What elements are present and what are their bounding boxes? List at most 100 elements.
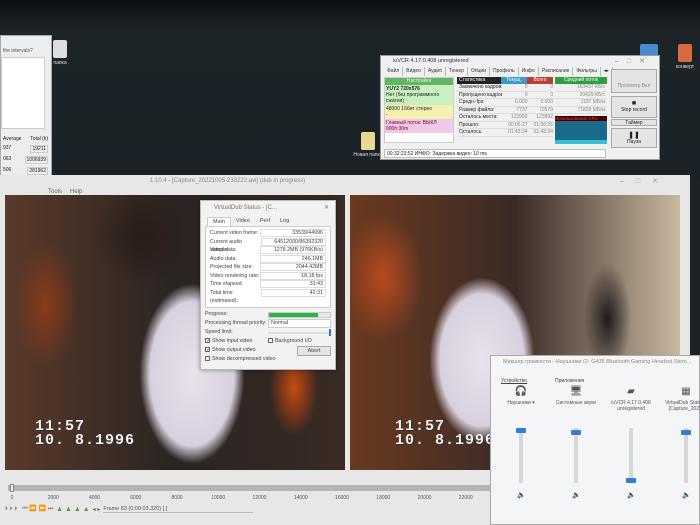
avg-row: 163437 КБ/с (555, 84, 607, 92)
tab-log[interactable]: Log (275, 217, 294, 226)
mixer-channel: ▰ iuVCR 4.17.0.408 unregistered (605, 374, 657, 412)
mark-buttons[interactable]: ◂ ▸ (93, 506, 101, 513)
status-row: Video rendering rate: 18.18 fps (210, 271, 326, 281)
stop-icon: ■ (631, 100, 637, 107)
mixer-channel: 🎧 Наушники ▾ (495, 374, 547, 406)
volume-slider[interactable] (516, 428, 526, 483)
status-row: Total time (estimated): 42:31 (210, 288, 326, 304)
timeline-thumb[interactable] (10, 484, 14, 492)
speed-slider[interactable] (268, 328, 331, 336)
status-row: Audio data: 246.1MB (210, 254, 326, 264)
document-icon (678, 44, 692, 62)
window-title: 1.10.4 - [Capture_20221005-233222.avi] (… (150, 178, 306, 184)
show-input-checkbox[interactable]: ✓ Show input video (205, 337, 252, 346)
average-stream-table: Средний поток 163437 КБ/с 20429 КБ/с 1197 … (555, 77, 607, 144)
stat-row: Осталось места: 123992 123992 (457, 114, 553, 122)
table-row: 063 1006939 (3, 156, 48, 164)
timeline-tick: 6000 (130, 495, 142, 501)
pause-button[interactable]: ❚❚ Пауза (611, 128, 657, 148)
table-row: 937 19211 (3, 145, 48, 153)
stat-row: Осталось: 01:43:34 01:43:34 (457, 129, 553, 137)
volume-thumb[interactable] (516, 428, 526, 433)
speaker-mute-icon[interactable]: 🔈 (682, 491, 691, 499)
system-sounds-icon: 🖥 (569, 386, 583, 397)
window-controls[interactable]: –□✕ (620, 177, 670, 185)
tab-1[interactable]: Видео (403, 67, 425, 76)
status-row: Projected file size: 2044.42MB (210, 263, 326, 272)
keyframe-buttons[interactable]: ▲ ▲ ▲ ▲ (56, 506, 90, 513)
timeline-tick: 0 (10, 495, 14, 501)
virtualdub-status-dialog: VirtualDub Status - [C... ✕ Main Video Perf… (200, 200, 336, 370)
playback-buttons[interactable]: ⏵ ⏵ ⏵ ⏮ ⏪ ⏩ ⏭ (5, 505, 53, 513)
log-line[interactable]: 00:32:23:52 ИНФО: Задержка видео: 10 ms (384, 149, 606, 158)
timeline-tick: 4000 (88, 495, 101, 501)
volume-thumb[interactable] (571, 429, 581, 435)
pause-icon: ❚❚ (628, 132, 640, 139)
iuvcr-window: iuVCR 4.17.0.408 unregistered –□✕ Файл Ви… (380, 55, 660, 160)
stat-row: Пропущено кадров: 0 0 (457, 91, 553, 99)
timeline-tick: 16000 (335, 495, 349, 501)
timeline-tick: 14000 (293, 495, 308, 501)
statistics-table: Статистика Текущ. Всего Захвачено кадров: 0… (457, 77, 553, 137)
tab-7[interactable]: Расписание (539, 67, 574, 76)
volume-slider[interactable] (681, 428, 691, 483)
volume-thumb[interactable] (626, 478, 636, 483)
stat-row: Средн. fps: 0.000 0.000 (457, 99, 553, 107)
table-row: 506 281962 (3, 167, 48, 175)
preview-button[interactable]: Просмотр Вкл (611, 69, 657, 93)
status-row: Current audio sample: 64512000/86392320 (210, 237, 326, 253)
avg-row: 20429 КБ/с (555, 92, 607, 99)
timeline-tick: 8000 (171, 495, 183, 501)
priority-select[interactable]: Normal (268, 319, 331, 328)
stat-row: Прошло: 00:06:27 01:06:26 (457, 121, 553, 129)
tab-perf[interactable]: Perf (255, 217, 275, 226)
avg-row: 71828 МБ/м (555, 107, 607, 114)
show-output-checkbox[interactable]: ✓ Show output video (205, 346, 256, 355)
mixer-channel: 🖥 Системные звуки (550, 374, 602, 406)
mixer-channel: ▦VirtualDub Status - [Capture_2022] (660, 374, 700, 412)
status-row: Video data: 1278.2MB (976KB/s) (210, 246, 326, 255)
avg-row: 1197 МБ/м (555, 99, 607, 107)
timeline-tick: 22000 (458, 495, 473, 501)
tab-5[interactable]: Профиль (490, 67, 519, 76)
stat-row: Размер файла: 7737 79579 (457, 106, 553, 114)
stop-record-button[interactable]: ■ Stop record (611, 96, 657, 118)
tab-0[interactable]: Файл (384, 67, 404, 76)
desktop-icon-envelope[interactable]: конверт (665, 44, 700, 70)
volume-mixer-window: Микшер громкости - Наушники (2- G435 Blu… (490, 355, 700, 525)
timeline-tick: 12000 (252, 495, 267, 501)
volume-thumb[interactable] (681, 429, 691, 435)
text-area[interactable] (1, 57, 45, 129)
timeline-tick: 10000 (211, 495, 226, 501)
timer-button[interactable]: Таймер (611, 119, 657, 126)
headphones-icon: 🎧 (514, 386, 528, 397)
abort-button[interactable]: Abort (297, 345, 331, 356)
volume-slider[interactable] (626, 428, 636, 483)
tab-video[interactable]: Video (231, 217, 255, 226)
speaker-mute-icon[interactable]: 🔈 (517, 491, 526, 499)
toolbar: ⏵ ⏵ ⏵ ⏮ ⏪ ⏩ ⏭ ▲ ▲ ▲ ▲ ◂ ▸ Frame 83 (0:00… (5, 505, 254, 513)
tab-8[interactable]: Фильтры (573, 67, 601, 76)
cpu-graph: Использование CPU (555, 116, 607, 144)
timeline-tick: 20000 (417, 495, 432, 501)
stat-row: Захвачено кадров: 0 0 (457, 84, 553, 92)
timeline-tick: 2000 (47, 495, 59, 501)
close-icon[interactable]: ✕ (324, 201, 329, 215)
tab-6[interactable]: Инфо (519, 67, 539, 76)
status-row: Current video frame: 33539/44996 (210, 229, 326, 238)
tab-2[interactable]: Аудио (425, 67, 447, 76)
iuvcr-app-icon: ▰ (627, 386, 635, 397)
folder-icon (53, 40, 67, 58)
timeline-tick: 18000 (376, 495, 391, 501)
progress-bar (268, 311, 331, 318)
tab-4[interactable]: Опции (468, 67, 490, 76)
window-controls[interactable]: –□✕ (615, 57, 653, 65)
settings-panel: Настройки YUY2 720x576 Нет (без программн… (384, 77, 454, 143)
tab-3[interactable]: Тюнер (446, 67, 468, 76)
speaker-mute-icon[interactable]: 🔈 (572, 491, 581, 499)
tab-main[interactable]: Main (207, 217, 231, 226)
frame-status: Frame 83 (0:00:03.320) [ ] (103, 506, 254, 513)
volume-slider[interactable] (571, 428, 581, 483)
speaker-mute-icon[interactable]: 🔈 (627, 491, 636, 499)
show-decompressed-checkbox[interactable]: Show decompressed video (205, 355, 276, 364)
